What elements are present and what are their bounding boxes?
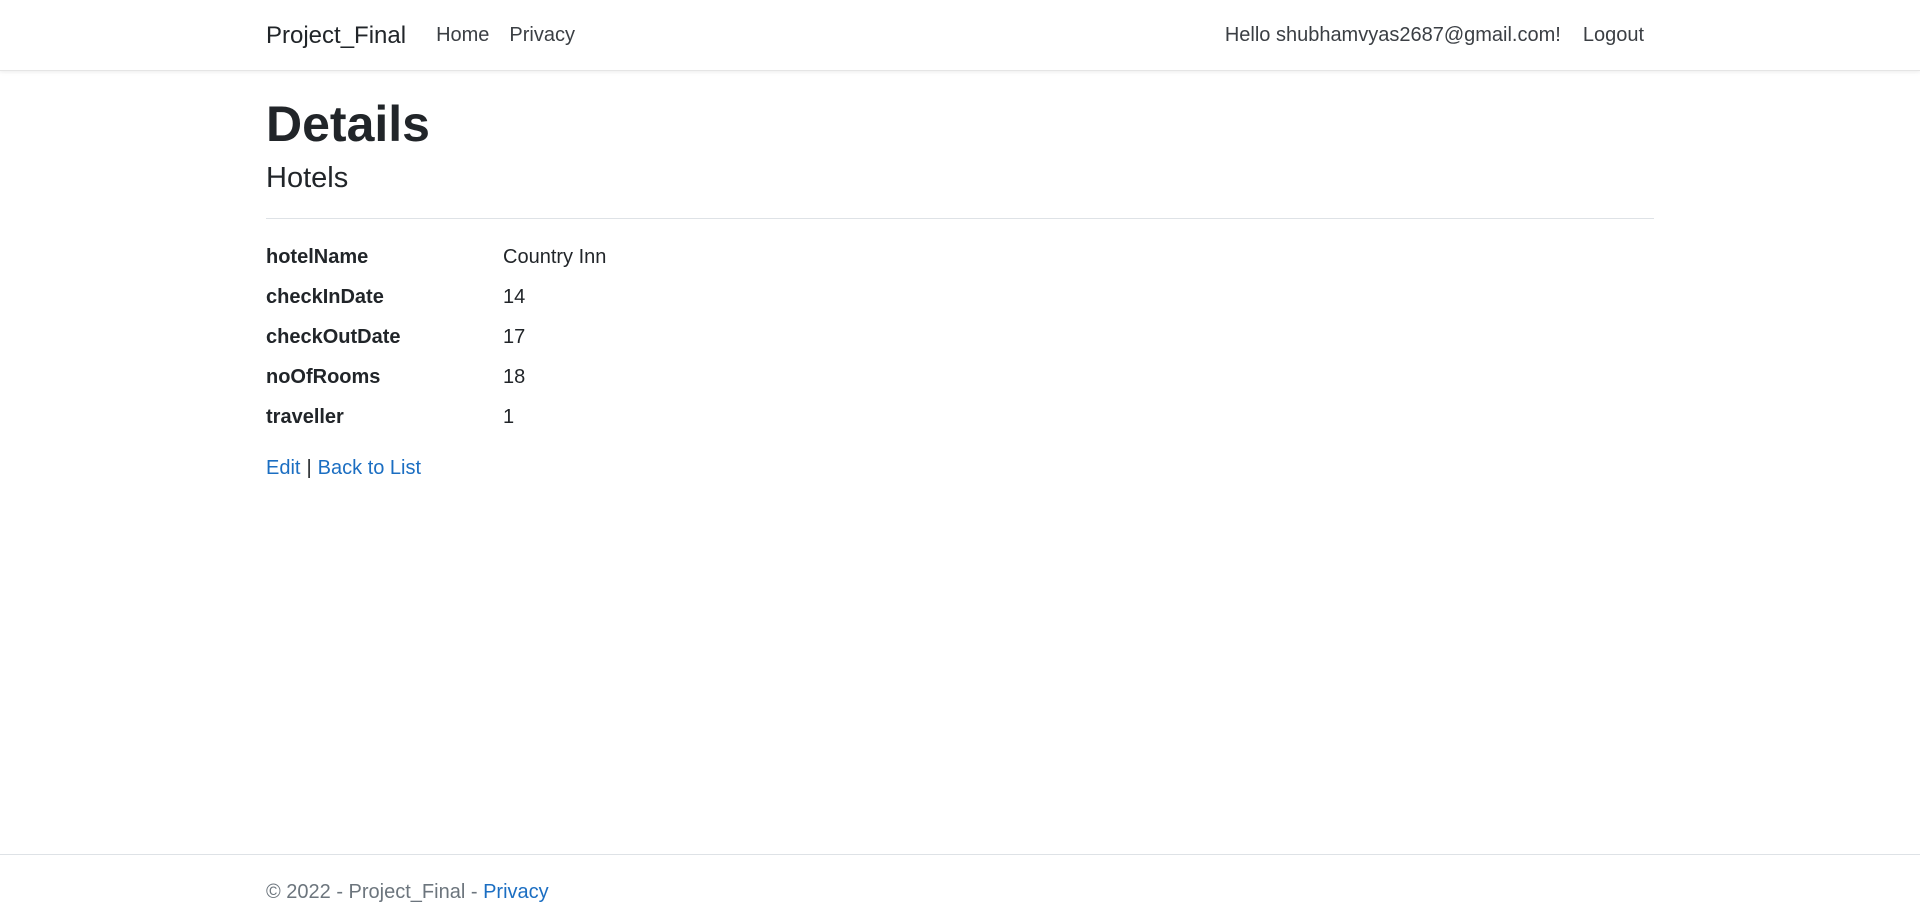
detail-row-no-of-rooms: noOfRooms 18 xyxy=(266,357,1654,397)
footer-copyright: © 2022 - Project_Final - xyxy=(266,881,484,903)
detail-label: noOfRooms xyxy=(266,365,381,388)
detail-row-check-in-date: checkInDate 14 xyxy=(266,277,1654,317)
nav-link-home[interactable]: Home xyxy=(436,24,489,47)
detail-value: 1 xyxy=(503,405,515,428)
detail-value: 18 xyxy=(503,365,526,388)
detail-row-traveller: traveller 1 xyxy=(266,397,1654,437)
navbar-container: Project_Final Home Privacy Hello shubham… xyxy=(266,0,1654,71)
back-to-list-link[interactable]: Back to List xyxy=(318,457,421,479)
user-greeting-link[interactable]: Hello shubhamvyas2687@gmail.com! xyxy=(1225,24,1561,47)
detail-actions: Edit | Back to List xyxy=(266,457,1654,480)
action-separator: | xyxy=(306,457,312,479)
detail-label: traveller xyxy=(266,405,344,428)
detail-value: Country Inn xyxy=(503,245,607,268)
edit-link[interactable]: Edit xyxy=(266,457,300,479)
detail-row-hotel-name: hotelName Country Inn xyxy=(266,237,1654,277)
top-navbar: Project_Final Home Privacy Hello shubham… xyxy=(0,0,1920,71)
detail-label: checkInDate xyxy=(266,285,384,308)
main-content: Details Hotels hotelName Country Inn che… xyxy=(266,71,1654,480)
page-title: Details xyxy=(266,96,430,152)
brand-link[interactable]: Project_Final xyxy=(266,22,406,50)
logout-button[interactable]: Logout xyxy=(1583,24,1644,47)
detail-label: checkOutDate xyxy=(266,325,401,348)
detail-value: 14 xyxy=(503,285,526,308)
detail-row-check-out-date: checkOutDate 17 xyxy=(266,317,1654,357)
navbar-user-area: Hello shubhamvyas2687@gmail.com! Logout xyxy=(1225,24,1654,47)
footer-privacy-link[interactable]: Privacy xyxy=(483,881,549,903)
page-subtitle: Hotels xyxy=(266,162,349,194)
detail-value: 17 xyxy=(503,325,526,348)
nav-link-privacy[interactable]: Privacy xyxy=(509,24,575,47)
footer-text: © 2022 - Project_Final - Privacy xyxy=(266,881,549,904)
details-list: hotelName Country Inn checkInDate 14 che… xyxy=(266,237,1654,437)
page-footer: © 2022 - Project_Final - Privacy xyxy=(0,854,1920,914)
detail-label: hotelName xyxy=(266,245,369,268)
divider xyxy=(266,218,1654,219)
